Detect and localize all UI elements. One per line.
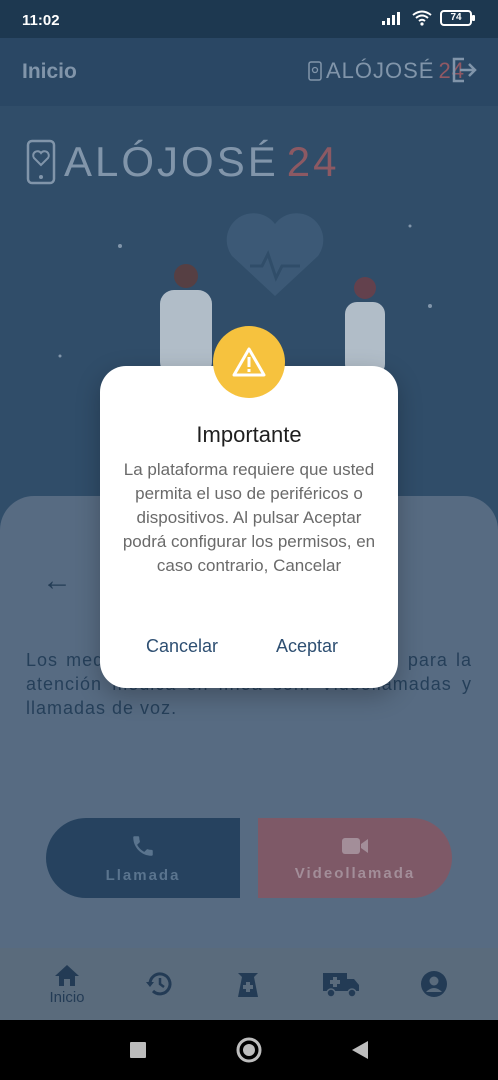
back-triangle-icon[interactable] xyxy=(352,1041,368,1059)
system-navigation-bar xyxy=(0,1020,498,1080)
accept-button[interactable]: Aceptar xyxy=(276,636,338,657)
battery-icon: 74 xyxy=(440,10,475,26)
status-time: 11:02 xyxy=(22,12,60,29)
home-circle-icon[interactable] xyxy=(236,1037,262,1063)
cancel-button[interactable]: Cancelar xyxy=(146,636,218,657)
battery-level: 74 xyxy=(450,12,462,23)
status-bar: 11:02 74 xyxy=(0,0,498,38)
warning-icon xyxy=(232,347,266,377)
signal-icon xyxy=(382,12,400,25)
permissions-dialog: Importante La plataforma requiere que us… xyxy=(100,366,398,688)
dialog-title: Importante xyxy=(196,422,302,447)
status-icons: 74 xyxy=(382,10,475,26)
dialog-message: La plataforma requiere que usted permita… xyxy=(122,460,376,575)
warning-badge xyxy=(213,326,285,398)
recents-icon[interactable] xyxy=(130,1042,146,1058)
wifi-icon xyxy=(412,10,432,26)
